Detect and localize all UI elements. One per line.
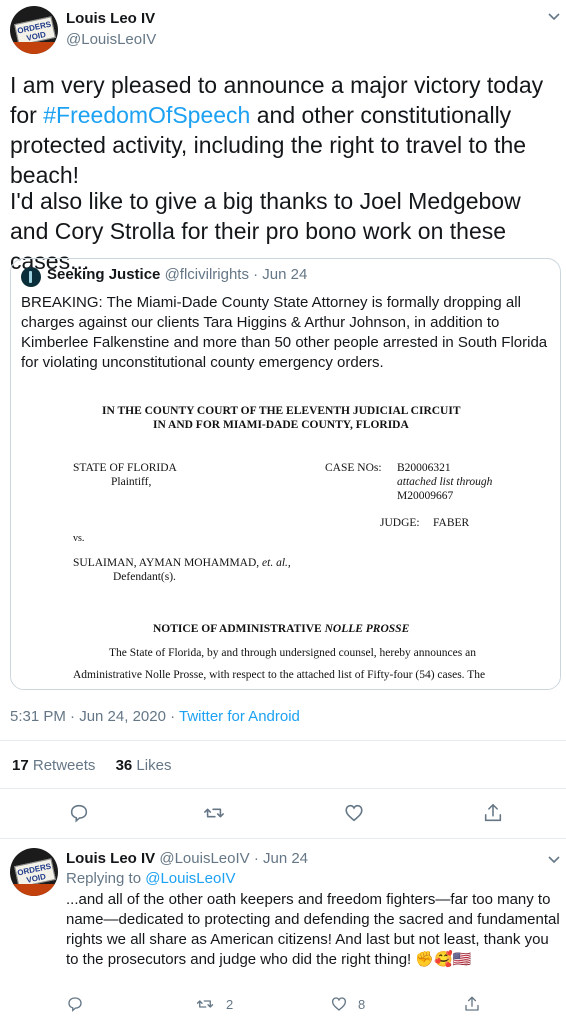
reply-date[interactable]: · Jun 24 xyxy=(250,850,308,867)
tweet-timestamp[interactable]: 5:31 PM · Jun 24, 2020 · xyxy=(10,708,179,725)
doc-vs: vs. xyxy=(73,533,85,544)
author-handle[interactable]: @LouisLeoIV xyxy=(66,31,156,48)
divider xyxy=(0,740,566,741)
divider xyxy=(0,838,566,839)
retweets-stat[interactable]: 17 Retweets xyxy=(12,757,95,774)
quoted-date: · Jun 24 xyxy=(248,266,308,283)
quoted-author-name: Seeking Justice xyxy=(47,266,161,283)
doc-defendant-name: SULAIMAN, AYMAN MOHAMMAD, xyxy=(73,557,260,569)
quoted-author-avatar xyxy=(21,267,41,287)
reply-icon[interactable] xyxy=(68,802,90,824)
share-icon[interactable] xyxy=(463,995,481,1013)
replying-prefix: Replying to xyxy=(66,870,146,887)
reply-text: ...and all of the other oath keepers and… xyxy=(66,891,560,968)
retweets-count: 17 xyxy=(12,757,29,774)
doc-case-label: CASE NOs: xyxy=(325,462,382,474)
retweet-icon[interactable] xyxy=(203,802,225,824)
doc-body-line-2: Administrative Nolle Prosse, with respec… xyxy=(73,669,486,681)
doc-plaintiff: Plaintiff, xyxy=(111,476,152,488)
tweet-stats: 17 Retweets 36 Likes xyxy=(12,757,171,774)
share-icon[interactable] xyxy=(482,802,504,824)
quoted-text: BREAKING: The Miami-Dade County State At… xyxy=(21,294,548,371)
hashtag-link[interactable]: #FreedomOfSpeech xyxy=(43,102,250,128)
avatar-bar xyxy=(10,884,58,896)
likes-count: 36 xyxy=(115,757,133,774)
replying-to: Replying to @LouisLeoIV xyxy=(66,870,236,887)
reply-like-count: 8 xyxy=(358,997,366,1012)
divider xyxy=(0,788,566,789)
chevron-down-icon[interactable] xyxy=(547,9,561,25)
doc-judge: FABER xyxy=(433,517,470,529)
tweet-meta: 5:31 PM · Jun 24, 2020 · Twitter for And… xyxy=(10,708,300,725)
doc-etal: et. al., xyxy=(262,557,291,569)
doc-notice-title: NOTICE OF ADMINISTRATIVE NOLLE PROSSE xyxy=(153,623,409,635)
doc-judge-label: JUDGE: xyxy=(380,517,420,529)
reply-author-avatar[interactable]: ORDERS VOID xyxy=(10,848,58,896)
doc-notice-title-italic: NOLLE PROSSE xyxy=(324,623,410,635)
tweet-text: I am very pleased to announce a major vi… xyxy=(10,70,558,190)
doc-state: STATE OF FLORIDA xyxy=(73,462,177,474)
retweet-icon[interactable] xyxy=(196,995,214,1013)
doc-case-through: attached list through xyxy=(397,476,493,488)
likes-stat[interactable]: 36 Likes xyxy=(116,757,172,774)
doc-heading-2: IN AND FOR MIAMI-DADE COUNTY, FLORIDA xyxy=(153,419,409,431)
court-document-image[interactable]: IN THE COUNTY COURT OF THE ELEVENTH JUDI… xyxy=(11,377,560,689)
doc-heading-1: IN THE COUNTY COURT OF THE ELEVENTH JUDI… xyxy=(102,405,461,417)
heart-icon[interactable] xyxy=(330,995,348,1013)
doc-case-no-2: M20009667 xyxy=(397,490,454,502)
reply-icon[interactable] xyxy=(66,995,84,1013)
doc-defendant: SULAIMAN, AYMAN MOHAMMAD, et. al., xyxy=(73,557,291,569)
quoted-author-handle: @flcivilrights xyxy=(164,266,249,283)
reply-header: Louis Leo IV @LouisLeoIV · Jun 24 xyxy=(66,850,308,867)
doc-body-line-1: The State of Florida, by and through und… xyxy=(109,647,476,659)
avatar-bar xyxy=(10,42,58,54)
reply-author-name[interactable]: Louis Leo IV xyxy=(66,850,155,867)
tweet-client-link[interactable]: Twitter for Android xyxy=(179,708,300,725)
replying-handle-link[interactable]: @LouisLeoIV xyxy=(145,870,235,887)
heart-icon[interactable] xyxy=(343,802,365,824)
author-name[interactable]: Louis Leo IV xyxy=(66,10,155,27)
doc-notice-title-main: NOTICE OF ADMINISTRATIVE xyxy=(153,623,325,635)
quoted-header: Seeking Justice @flcivilrights · Jun 24 xyxy=(47,266,307,283)
retweets-label: Retweets xyxy=(32,757,96,774)
doc-case-no: B20006321 xyxy=(397,462,451,474)
reply-retweet-count: 2 xyxy=(226,997,234,1012)
doc-defendants-label: Defendant(s). xyxy=(113,571,176,583)
chevron-down-icon[interactable] xyxy=(547,852,561,868)
quoted-tweet-card[interactable]: Seeking Justice @flcivilrights · Jun 24 … xyxy=(10,258,561,690)
author-avatar[interactable]: ORDERS VOID xyxy=(10,6,58,54)
reply-author-handle[interactable]: @LouisLeoIV xyxy=(159,850,249,867)
likes-label: Likes xyxy=(136,757,172,774)
